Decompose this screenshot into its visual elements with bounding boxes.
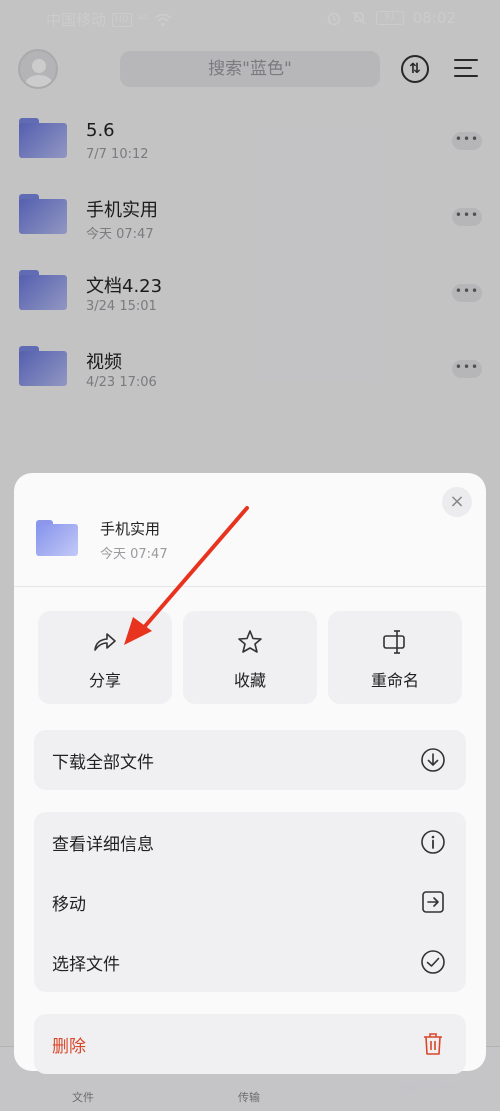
sheet-title: 手机实用: [100, 520, 161, 538]
rename-label: 重命名: [370, 671, 419, 690]
folder-icon: [36, 520, 78, 556]
rename-icon: [383, 630, 405, 654]
download-icon: [421, 748, 445, 772]
trash-icon: [424, 1033, 442, 1055]
close-icon[interactable]: ×: [442, 487, 472, 517]
move-button[interactable]: 移动: [34, 872, 466, 932]
sheet-date: 今天 07:47: [100, 547, 168, 562]
select-files-label: 选择文件: [52, 955, 120, 975]
details-button[interactable]: 查看详细信息: [34, 812, 466, 872]
share-label: 分享: [88, 671, 121, 690]
details-label: 查看详细信息: [52, 835, 154, 855]
info-icon: [421, 830, 445, 854]
delete-button[interactable]: 删除: [34, 1014, 466, 1074]
download-all-label: 下载全部文件: [52, 753, 154, 773]
move-icon: [422, 891, 444, 913]
delete-label: 删除: [52, 1037, 86, 1057]
watermark: yunhu.net: [400, 1080, 456, 1093]
divider: [14, 586, 486, 587]
check-circle-icon: [421, 950, 445, 974]
share-icon: [94, 633, 116, 651]
delete-group: 删除: [34, 1014, 466, 1074]
move-label: 移动: [52, 895, 86, 915]
share-button[interactable]: 分享: [38, 611, 172, 704]
download-all-button[interactable]: 下载全部文件: [34, 730, 466, 790]
options-group: 查看详细信息 移动 选择文件: [34, 812, 466, 992]
star-icon: [238, 630, 262, 653]
favorite-button[interactable]: 收藏: [183, 611, 317, 704]
rename-button[interactable]: 重命名: [328, 611, 462, 704]
favorite-label: 收藏: [233, 671, 266, 690]
select-files-button[interactable]: 选择文件: [34, 932, 466, 992]
download-group: 下载全部文件: [34, 730, 466, 790]
